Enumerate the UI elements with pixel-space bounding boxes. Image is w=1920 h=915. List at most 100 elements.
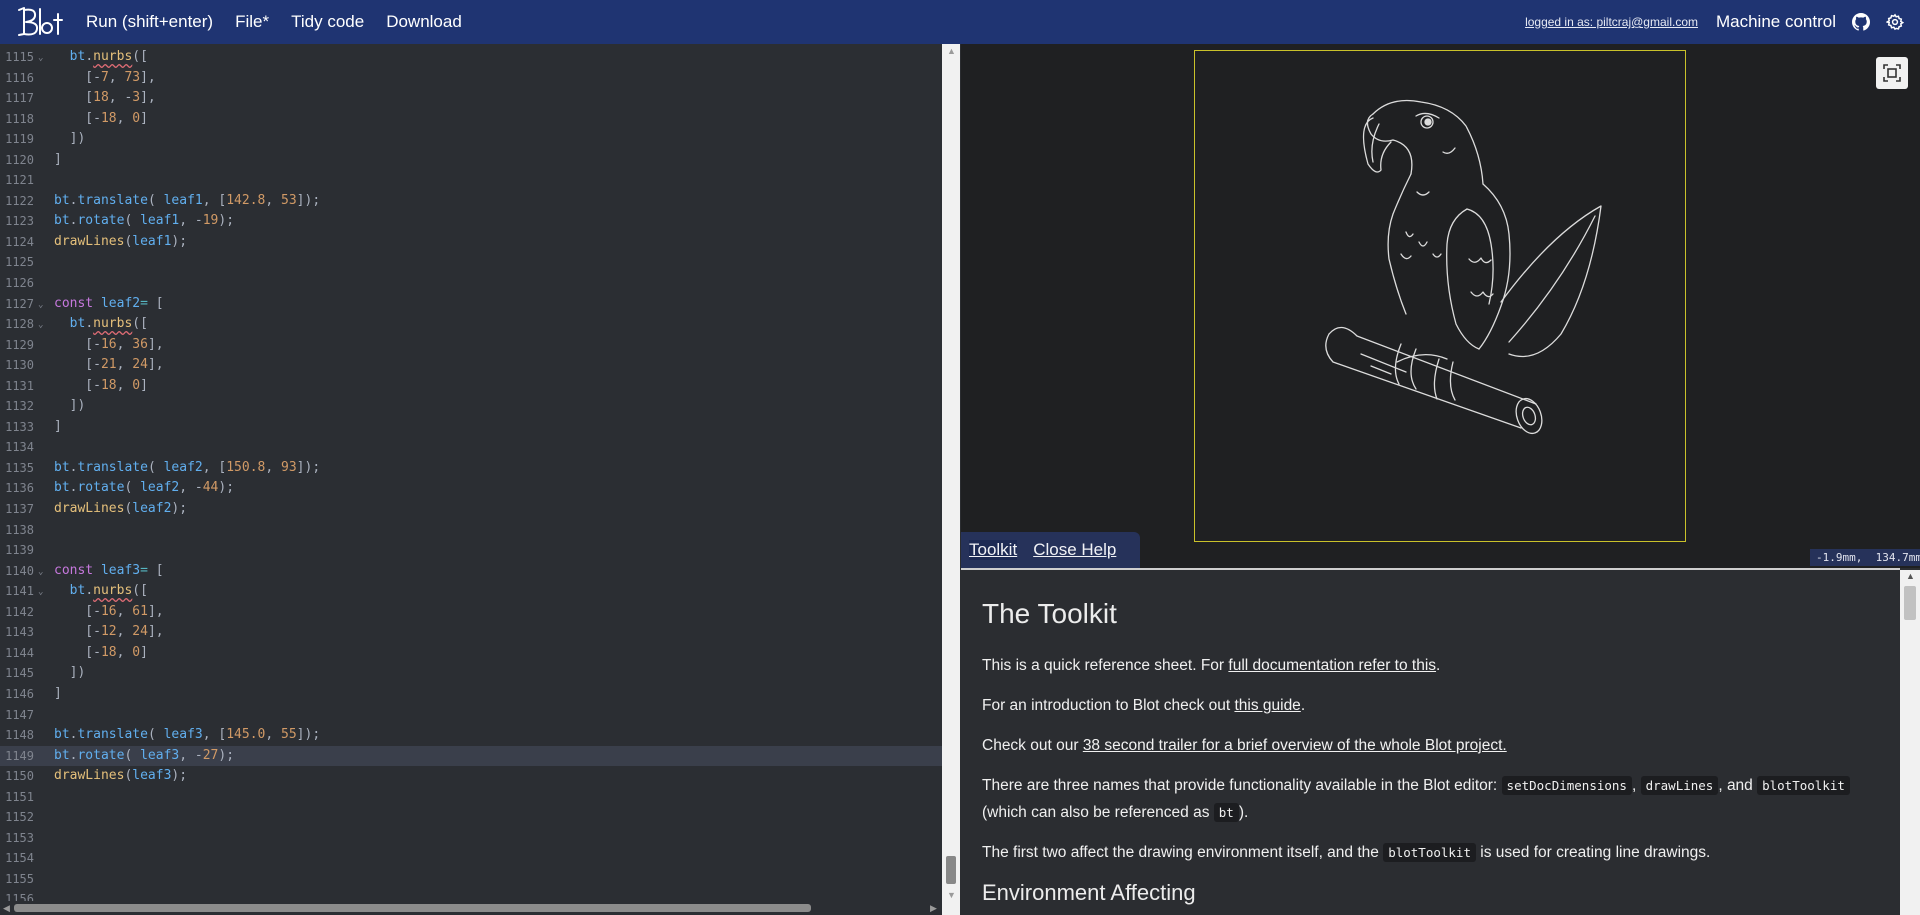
code-line[interactable]: 1116 [-7, 73], [0,68,942,89]
help-scrollbar-thumb[interactable] [1904,586,1916,620]
code-line[interactable]: 1123 bt.rotate( leaf1, -19); [0,211,942,232]
fold-chevron-icon[interactable]: ⌄ [38,582,43,603]
code-token: , - [108,90,133,106]
code-token: [ [155,562,164,578]
code-token: 18 [100,377,117,393]
guide-link[interactable]: this guide [1234,697,1300,714]
code-text: ] [54,684,62,705]
code-token: ]) [54,131,86,147]
code-token: ], [147,624,164,640]
code-token: 145.0 [226,727,266,743]
code-token: 19 [202,213,219,229]
code-line[interactable]: 1153 [0,828,942,849]
code-token: ( [147,459,164,475]
file-menu[interactable]: File* [235,12,269,32]
code-line[interactable]: 1134 [0,437,942,458]
code-line[interactable]: 1155 [0,869,942,890]
code-line[interactable]: 1133] [0,417,942,438]
code-line[interactable]: 1121 [0,170,942,191]
line-number: 1117 [5,91,34,106]
blot-logo[interactable] [14,4,70,40]
code-line[interactable]: 1154 [0,848,942,869]
fold-chevron-icon[interactable]: ⌄ [38,315,43,336]
gear-icon[interactable] [1886,13,1904,31]
code-token: leaf2 [100,295,141,311]
code-token: , [116,110,133,126]
help-scrollbar[interactable]: ▲ [1900,570,1920,915]
code-line[interactable]: 1130 [-21, 24], [0,355,942,376]
code-line[interactable]: 1156 [0,889,942,901]
top-nav: Run (shift+enter) File* Tidy code Downlo… [0,0,1920,44]
code-line[interactable]: 1118 [-18, 0] [0,109,942,130]
code-text: bt.translate( leaf1, [142.8, 53]); [54,191,320,212]
code-text: [-16, 36], [54,335,163,356]
code-line[interactable]: 1139 [0,540,942,561]
code-line[interactable]: 1146] [0,684,942,705]
code-line[interactable]: 1128 ⌄ bt.nurbs([ [0,314,942,335]
help-text: . [1300,697,1306,714]
editor-scrollbar-thumb[interactable] [946,856,956,884]
code-editor[interactable]: [ 1115⌄ bt.nurbs([1116 [-7, 73],1117 [18… [0,44,942,901]
fold-chevron-icon[interactable]: ⌄ [38,562,43,583]
code-line[interactable]: 1131 [-18, 0] [0,376,942,397]
horizontal-scrollbar-thumb[interactable] [14,904,811,912]
fold-chevron-icon[interactable]: ⌄ [38,48,43,69]
code-line[interactable]: 1140 ⌄ const leaf3= [ [0,561,942,582]
line-number: 1132 [5,399,34,414]
code-line[interactable]: 1148 bt.translate( leaf3, [145.0, 55]); [0,725,942,746]
code-line[interactable]: 1145 ]) [0,663,942,684]
code-line[interactable]: 1144 [-18, 0] [0,643,942,664]
code-token: bt [54,747,70,763]
code-line[interactable]: 1119 ]) [0,129,942,150]
code-line[interactable]: 1129 [-16, 36], [0,335,942,356]
line-number: 1133 [5,419,34,434]
code-line[interactable]: 1150 drawLines(leaf3); [0,766,942,787]
code-token: bt [54,459,70,475]
code-line[interactable]: 1117 [18, -3], [0,88,942,109]
fullscreen-button[interactable] [1876,57,1908,89]
code-line[interactable]: 1115 ⌄ bt.nurbs([ [0,47,942,68]
code-text: bt.translate( leaf2, [150.8, 93]); [54,458,320,479]
fold-chevron-icon[interactable]: ⌄ [38,295,43,316]
line-number: 1122 [5,193,34,208]
full-docs-link[interactable]: full documentation refer to this [1228,657,1436,674]
code-line[interactable]: 1147 [0,705,942,726]
machine-control-button[interactable]: Machine control [1716,12,1836,32]
code-line[interactable]: 1138 [0,520,942,541]
code-line[interactable]: 1125 [0,252,942,273]
code-line[interactable]: 1122 bt.translate( leaf1, [142.8, 53]); [0,191,942,212]
pane-splitter[interactable]: ▲ ▼ [942,44,960,915]
trailer-link[interactable]: 38 second trailer for a brief overview o… [1083,737,1507,754]
line-number: 1116 [5,70,34,85]
code-line[interactable]: 1152 [0,807,942,828]
github-icon[interactable] [1852,13,1870,31]
fullscreen-icon [1883,64,1901,82]
logged-in-link[interactable]: logged in as: piltcraj@gmail.com [1525,15,1698,29]
tidy-code-button[interactable]: Tidy code [291,12,364,32]
line-number: 1125 [5,255,34,270]
code-line[interactable]: 1135 bt.translate( leaf2, [150.8, 93]); [0,458,942,479]
code-token: ], [147,603,164,619]
code-token: 12 [100,624,117,640]
line-number: 1151 [5,789,34,804]
code-line[interactable]: 1151 [0,787,942,808]
code-line[interactable]: 1149 bt.rotate( leaf3, -27); [0,745,942,767]
code-line[interactable]: 1127 ⌄ const leaf2= [ [0,294,942,315]
code-line[interactable]: 1142 [-16, 61], [0,602,942,623]
run-button[interactable]: Run (shift+enter) [86,12,213,32]
code-line[interactable]: 1137 drawLines(leaf2); [0,499,942,520]
line-number: 1126 [5,276,34,291]
tab-toolkit[interactable]: Toolkit [969,540,1018,560]
code-line[interactable]: 1143 [-12, 24], [0,622,942,643]
close-help-button[interactable]: Close Help [1033,540,1116,560]
code-line[interactable]: 1141 ⌄ bt.nurbs([ [0,581,942,602]
code-line[interactable]: 1120] [0,150,942,171]
code-line[interactable]: 1126 [0,273,942,294]
code-line[interactable]: 1136 bt.rotate( leaf2, -44); [0,478,942,499]
editor-horizontal-scrollbar[interactable]: ◀ ▶ [0,901,942,915]
code-line[interactable]: 1124 drawLines(leaf1); [0,232,942,253]
download-button[interactable]: Download [386,12,462,32]
drawing-preview[interactable]: -1.9mm, 134.7mm [961,44,1920,568]
code-line[interactable]: 1132 ]) [0,396,942,417]
